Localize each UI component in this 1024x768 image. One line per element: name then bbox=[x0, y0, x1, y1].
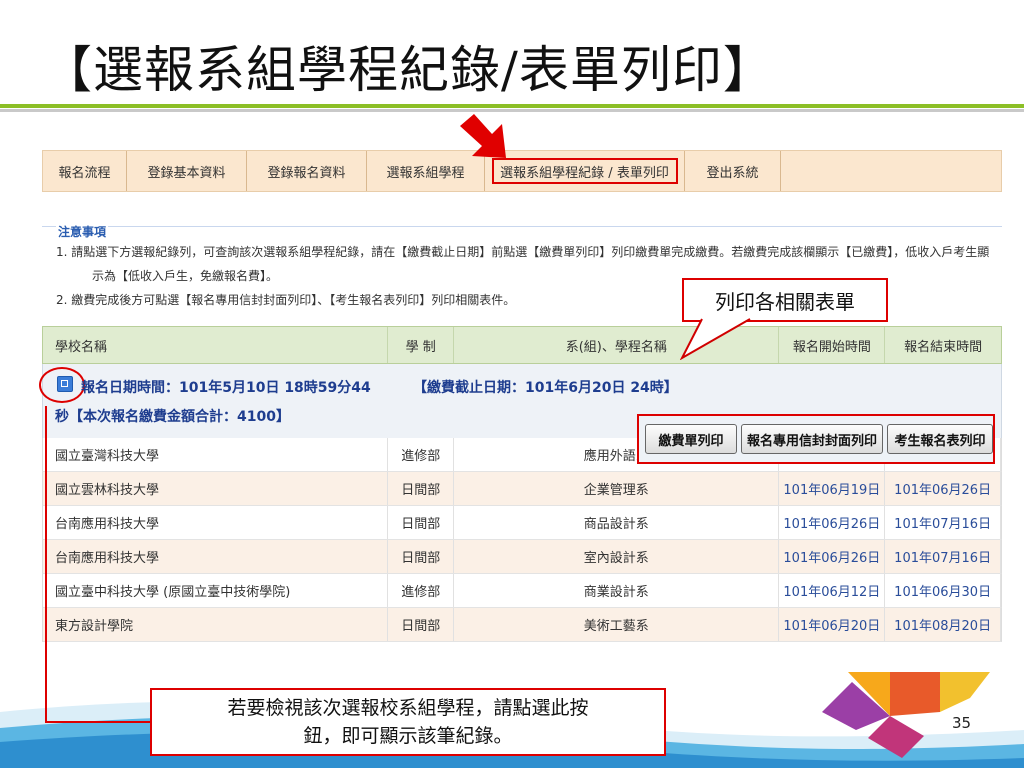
nav-item-records-print[interactable]: 選報系組學程紀錄 / 表單列印 bbox=[485, 151, 685, 191]
cell-school: 東方設計學院 bbox=[43, 608, 389, 641]
cell-system: 日間部 bbox=[388, 608, 455, 641]
cell-system: 日間部 bbox=[388, 472, 455, 505]
pay-slip-print-button[interactable]: 繳費單列印 bbox=[645, 424, 737, 454]
application-print-button[interactable]: 考生報名表列印 bbox=[887, 424, 993, 454]
cell-end-time: 101年06月30日 bbox=[885, 574, 1001, 607]
cell-system: 進修部 bbox=[388, 574, 455, 607]
cell-end-time: 101年07月16日 bbox=[885, 540, 1001, 573]
cell-department: 美術工藝系 bbox=[454, 608, 780, 641]
cell-start-time: 101年06月26日 bbox=[779, 540, 886, 573]
note-line-1: 1. 請點選下方選報紀錄列，可查詢該次選報系組學程紀錄，請在【繳費截止日期】前點… bbox=[56, 245, 990, 259]
page-number: 35 bbox=[952, 714, 972, 732]
cell-school: 國立臺中科技大學 (原國立臺中技術學院) bbox=[43, 574, 389, 607]
cell-department: 室內設計系 bbox=[454, 540, 780, 573]
notes-title: 注意事項 bbox=[56, 223, 109, 240]
callout-print-forms: 列印各相關表單 bbox=[682, 278, 888, 322]
cell-start-time: 101年06月19日 bbox=[779, 472, 886, 505]
cell-school: 台南應用科技大學 bbox=[43, 540, 389, 573]
cell-school: 國立雲林科技大學 bbox=[43, 472, 389, 505]
title-underline bbox=[0, 104, 1024, 108]
registration-record-row[interactable]: 報名日期時間：101年5月10日 18時59分44 【繳費截止日期：101年6月… bbox=[39, 364, 1002, 464]
header-school: 學校名稱 bbox=[43, 327, 389, 363]
callout-view-line-1: 若要檢視該次選報校系組學程，請點選此按 bbox=[227, 697, 589, 719]
envelope-print-button[interactable]: 報名專用信封封面列印 bbox=[741, 424, 883, 454]
callout-connector-vertical bbox=[45, 406, 47, 723]
cell-department: 企業管理系 bbox=[454, 472, 780, 505]
callout-view-record: 若要檢視該次選報校系組學程，請點選此按 鈕，即可顯示該筆紀錄。 bbox=[150, 688, 666, 756]
registration-fee-total: 秒【本次報名繳費金額合計：4100】 bbox=[55, 409, 290, 425]
cell-school: 台南應用科技大學 bbox=[43, 506, 389, 539]
note-line-1b: 示為【低收入戶生，免繳報名費】。 bbox=[92, 269, 279, 283]
cell-start-time: 101年06月12日 bbox=[779, 574, 886, 607]
nav-item-basic-info[interactable]: 登錄基本資料 bbox=[127, 151, 247, 191]
cell-department: 商業設計系 bbox=[454, 574, 780, 607]
slide-title: 【選報系組學程紀錄/表單列印】 bbox=[42, 41, 774, 99]
cell-department: 商品設計系 bbox=[454, 506, 780, 539]
cell-end-time: 101年06月26日 bbox=[885, 472, 1001, 505]
cell-system: 日間部 bbox=[388, 540, 455, 573]
payment-deadline: 【繳費截止日期：101年6月20日 24時】 bbox=[413, 380, 678, 396]
table-row[interactable]: 國立臺中科技大學 (原國立臺中技術學院) 進修部 商業設計系 101年06月12… bbox=[42, 574, 1002, 608]
callout-tail bbox=[680, 318, 751, 360]
title-underline-shadow bbox=[0, 109, 1024, 112]
highlight-circle bbox=[39, 367, 85, 403]
callout-view-line-2: 鈕，即可顯示該筆紀錄。 bbox=[303, 725, 513, 747]
nav-item-registration-info[interactable]: 登錄報名資料 bbox=[247, 151, 367, 191]
cell-end-time: 101年07月16日 bbox=[885, 506, 1001, 539]
cell-start-time: 101年06月20日 bbox=[779, 608, 886, 641]
cell-school: 國立臺灣科技大學 bbox=[43, 438, 389, 471]
print-button-group: 繳費單列印 報名專用信封封面列印 考生報名表列印 bbox=[637, 414, 995, 464]
header-system: 學 制 bbox=[388, 327, 455, 363]
table-body: 國立臺灣科技大學 進修部 應用外語系 101年06月11日 101年06月20日… bbox=[42, 438, 1002, 642]
header-start-time: 報名開始時間 bbox=[779, 327, 886, 363]
note-line-2: 2. 繳費完成後方可點選【報名專用信封封面列印】、【考生報名表列印】列印相關表件… bbox=[56, 293, 516, 307]
nav-item-logout[interactable]: 登出系統 bbox=[685, 151, 781, 191]
cell-system: 進修部 bbox=[388, 438, 455, 471]
registration-datetime: 報名日期時間：101年5月10日 18時59分44 bbox=[81, 380, 371, 396]
callout-connector-horizontal bbox=[45, 721, 151, 723]
nav-bar: 報名流程 登錄基本資料 登錄報名資料 選報系組學程 選報系組學程紀錄 / 表單列… bbox=[42, 150, 1002, 192]
table-row[interactable]: 台南應用科技大學 日間部 商品設計系 101年06月26日 101年07月16日 bbox=[42, 506, 1002, 540]
table-row[interactable]: 東方設計學院 日間部 美術工藝系 101年06月20日 101年08月20日 bbox=[42, 608, 1002, 642]
records-table: 學校名稱 學 制 系(組)、學程名稱 報名開始時間 報名結束時間 報名日期時間：… bbox=[39, 326, 1002, 642]
table-row[interactable]: 國立雲林科技大學 日間部 企業管理系 101年06月19日 101年06月26日 bbox=[42, 472, 1002, 506]
cell-start-time: 101年06月26日 bbox=[779, 506, 886, 539]
nav-item-process[interactable]: 報名流程 bbox=[43, 151, 127, 191]
table-row[interactable]: 台南應用科技大學 日間部 室內設計系 101年06月26日 101年07月16日 bbox=[42, 540, 1002, 574]
cell-end-time: 101年08月20日 bbox=[885, 608, 1001, 641]
cell-system: 日間部 bbox=[388, 506, 455, 539]
red-arrow-icon bbox=[460, 114, 506, 158]
header-end-time: 報名結束時間 bbox=[904, 339, 983, 355]
table-header: 學校名稱 學 制 系(組)、學程名稱 報名開始時間 報名結束時間 bbox=[42, 326, 1002, 364]
